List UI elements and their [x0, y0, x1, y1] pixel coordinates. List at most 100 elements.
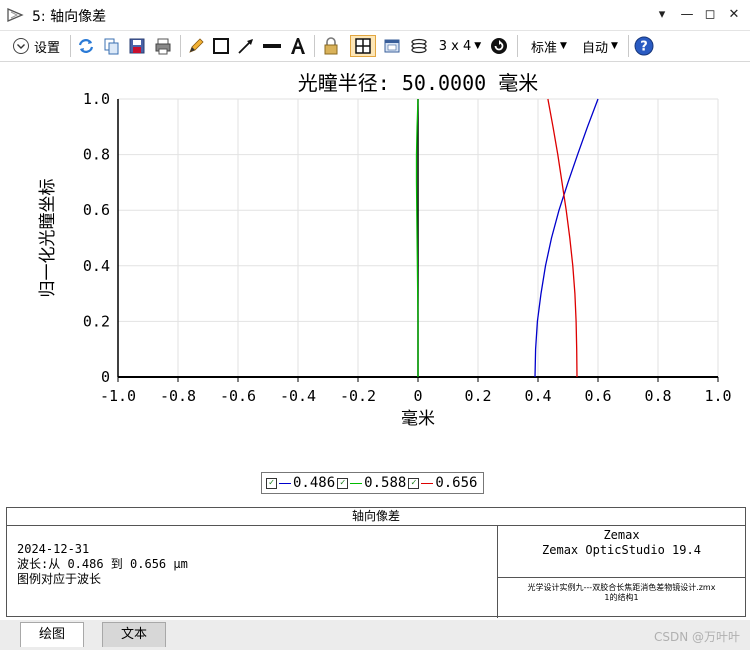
x-tick-label: -1.0: [100, 387, 136, 405]
copy-icon: [104, 38, 119, 55]
x-tick-label: 1.0: [704, 387, 731, 405]
view-tabs: 绘图 文本: [0, 620, 750, 650]
watermark: CSDN @万叶叶: [653, 630, 740, 644]
zemax-app-icon: [7, 8, 24, 22]
y-tick-label: 0.4: [83, 257, 110, 275]
info-date: 2024-12-31: [17, 542, 90, 556]
y-tick-label: 1.0: [83, 90, 110, 108]
layout-dropdown[interactable]: 3 x 4 ▼: [436, 35, 484, 57]
chart-title: 光瞳半径: 50.0000 毫米: [298, 71, 538, 95]
rectangle-tool-button[interactable]: [210, 35, 232, 57]
legend-label: 0.588: [364, 475, 407, 491]
save-icon: [129, 38, 145, 54]
checkbox-icon[interactable]: ✓: [337, 477, 349, 489]
refresh-button[interactable]: [76, 35, 96, 57]
checkbox-icon[interactable]: ✓: [408, 477, 420, 489]
text-icon: [291, 38, 305, 54]
maximize-button[interactable]: ◻: [700, 5, 720, 25]
close-button[interactable]: ✕: [724, 5, 744, 25]
x-tick-label: -0.6: [220, 387, 256, 405]
auto-label: 自动: [582, 40, 609, 56]
chevron-down-circle-icon: [12, 38, 29, 54]
series-line-0.486: [534, 98, 599, 378]
tab-text[interactable]: 文本: [102, 622, 167, 647]
checkbox-icon[interactable]: ✓: [266, 477, 277, 489]
info-panel: 轴向像差 2024-12-31 波长:从 0.486 到 0.656 μm 图例…: [6, 507, 746, 618]
settings-label: 设置: [33, 40, 60, 56]
standard-dropdown[interactable]: 标准 ▼: [526, 35, 572, 57]
config-name: 1的结构1: [604, 593, 639, 602]
x-tick-label: -0.2: [340, 387, 376, 405]
legend-label: 0.486: [293, 475, 336, 491]
chart-legend: ✓ 0.486 ✓ 0.588 ✓ 0.656: [261, 472, 485, 494]
axial-aberration-chart: 光瞳半径: 50.0000 毫米 -1.0 -0.8 -0.6 -0.4 -0.2 0 0.…: [38, 71, 732, 429]
tab-plot[interactable]: 绘图: [20, 622, 85, 647]
help-button[interactable]: ?: [633, 35, 655, 57]
auto-refresh-button[interactable]: [488, 35, 510, 57]
dropdown-arrow-icon: ▼: [611, 41, 618, 51]
text-tool-button[interactable]: [287, 35, 309, 57]
window-title: 5: 轴向像差: [32, 9, 107, 25]
arrow-icon: [238, 39, 253, 54]
line-tool-button[interactable]: [261, 35, 283, 57]
tick-labels: -1.0 -0.8 -0.6 -0.4 -0.2 0 0.2 0.4 0.6 0.8 1.0 0 0.2…: [83, 90, 732, 405]
settings-button[interactable]: 设置: [6, 35, 66, 57]
brand-name: Zemax: [603, 528, 640, 542]
file-name: 光学设计实例九---双胶合长焦距消色差物镜设计.zmx: [527, 583, 716, 592]
x-tick-label: 0.6: [584, 387, 611, 405]
legend-swatch: [350, 482, 363, 484]
toolbar-separator: [628, 35, 629, 57]
lock-button[interactable]: [320, 35, 342, 57]
crosshair-icon: [355, 38, 371, 54]
series-lines: [415, 98, 599, 378]
info-title: 轴向像差: [7, 508, 745, 526]
legend-entry[interactable]: ✓ 0.588: [337, 475, 406, 491]
pencil-tool-button[interactable]: [186, 35, 206, 57]
legend-entry[interactable]: ✓ 0.656: [408, 475, 477, 491]
power-cycle-icon: [491, 38, 507, 54]
x-tick-label: 0.4: [524, 387, 551, 405]
crosshair-button[interactable]: [350, 35, 376, 57]
legend-swatch: [421, 482, 434, 484]
info-legend-note: 图例对应于波长: [17, 572, 102, 586]
title-bar: 5: 轴向像差 ▾ — ◻ ✕: [0, 0, 750, 31]
analysis-window: 5: 轴向像差 ▾ — ◻ ✕ 设置 3 x 4 ▼ 标准 ▼ 自动 ▼ ? 光…: [0, 0, 750, 650]
x-tick-label: 0: [413, 387, 422, 405]
y-tick-label: 0.8: [83, 146, 110, 164]
toolbar-separator: [180, 35, 181, 57]
x-tick-label: -0.8: [160, 387, 196, 405]
svg-text:?: ?: [640, 40, 648, 55]
pencil-icon: [189, 38, 204, 53]
x-tick-label: 0.2: [464, 387, 491, 405]
layout-label: 3 x 4: [438, 38, 472, 54]
minimize-button[interactable]: —: [677, 5, 697, 25]
toolbar-separator: [517, 35, 518, 57]
y-tick-label: 0.6: [83, 201, 110, 219]
save-button[interactable]: [126, 35, 148, 57]
refresh-icon: [78, 39, 94, 53]
auto-dropdown[interactable]: 自动 ▼: [577, 35, 623, 57]
arrow-tool-button[interactable]: [235, 35, 257, 57]
copy-button[interactable]: [100, 35, 122, 57]
dropdown-arrow-icon: ▼: [474, 41, 482, 51]
window-layout-button[interactable]: [381, 35, 403, 57]
x-tick-label: 0.8: [644, 387, 671, 405]
standard-label: 标准: [531, 40, 558, 56]
legend-entry[interactable]: ✓ 0.486: [266, 475, 335, 491]
print-button[interactable]: [152, 35, 174, 57]
window-layout-icon: [384, 39, 400, 53]
x-axis-label: 毫米: [401, 409, 435, 429]
line-icon: [263, 44, 281, 48]
info-wavelength: 波长:从 0.486 到 0.656 μm: [17, 557, 188, 571]
layers-button[interactable]: [408, 35, 430, 57]
y-tick-label: 0.2: [83, 312, 110, 330]
x-tick-label: -0.4: [280, 387, 316, 405]
toolbar-separator: [70, 35, 71, 57]
info-brand-panel: Zemax Zemax OpticStudio 19.4 光学设计实例九---双…: [498, 525, 745, 618]
rectangle-icon: [213, 38, 229, 54]
y-axis-label: 归一化光瞳坐标: [38, 179, 58, 298]
layers-icon: [411, 38, 427, 54]
lock-icon: [324, 37, 338, 55]
dropdown-menu-icon[interactable]: ▾: [652, 5, 672, 25]
brand-version: Zemax OpticStudio 19.4: [542, 543, 701, 557]
